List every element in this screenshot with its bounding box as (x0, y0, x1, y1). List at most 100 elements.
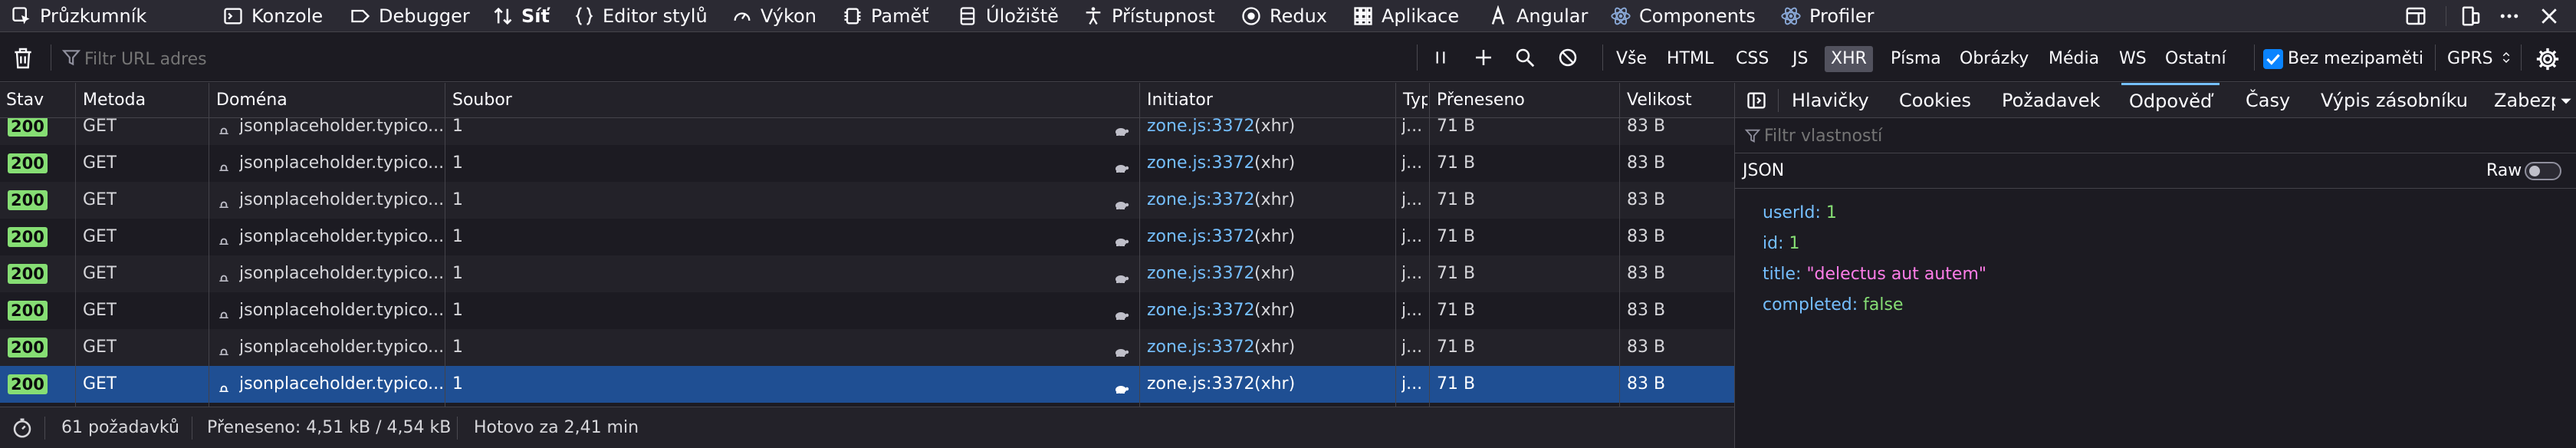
column-transferred[interactable]: Přeneseno (1431, 83, 1618, 118)
tab-label: Úložiště (986, 5, 1059, 27)
tab-memory[interactable]: Paměť (842, 0, 929, 32)
tab-angular[interactable]: Angular (1487, 0, 1588, 32)
filter-type-fonts[interactable]: Písma (1884, 46, 1947, 72)
initiator-link[interactable]: zone.js:3372 (1147, 255, 1254, 292)
domain-cell: jsonplaceholder.typico... (239, 264, 443, 283)
initiator-link[interactable]: zone.js:3372 (1147, 366, 1254, 403)
transferred-cell: 71 B (1437, 190, 1476, 209)
responsive-design-button[interactable] (2459, 0, 2482, 32)
type-cell: j... (1401, 301, 1423, 320)
tab-debugger[interactable]: Debugger (350, 0, 470, 32)
tab-inspector[interactable]: Průzkumník (11, 0, 146, 32)
tab-performance[interactable]: Výkon (731, 0, 816, 32)
column-size[interactable]: Velikost (1621, 83, 1733, 118)
toggle-sidebar-button[interactable] (1746, 90, 1767, 111)
redux-icon (1242, 7, 1260, 25)
network-settings-button[interactable] (2535, 46, 2561, 72)
lock-icon (216, 119, 232, 134)
close-devtools-button[interactable] (2538, 0, 2561, 32)
property-filter-input[interactable] (1764, 123, 2561, 149)
table-row[interactable]: 200 GET jsonplaceholder.typico... 1 zone.js:… (0, 255, 1734, 292)
filter-type-media[interactable]: Média (2042, 46, 2105, 72)
add-request-button[interactable] (1472, 46, 1497, 71)
throttle-turtle-icon (1112, 265, 1130, 283)
type-cell: j... (1401, 374, 1423, 394)
search-button[interactable] (1513, 46, 1538, 71)
json-property: userId: 1 (1763, 198, 1837, 229)
column-divider (1429, 83, 1430, 407)
lock-icon (216, 266, 232, 282)
initiator-link[interactable]: zone.js:3372 (1147, 219, 1254, 255)
filter-type-html[interactable]: HTML (1661, 46, 1720, 72)
table-row[interactable]: 200 GET jsonplaceholder.typico... 1 zone.js:… (0, 182, 1734, 219)
tab-stack-trace[interactable]: Výpis zásobníku (2321, 83, 2468, 117)
table-row[interactable]: 200 GET jsonplaceholder.typico... 1 zone.js:… (0, 292, 1734, 329)
throttle-turtle-icon (1112, 375, 1130, 394)
domain-cell: jsonplaceholder.typico... (239, 374, 443, 394)
tab-request[interactable]: Požadavek (2002, 83, 2100, 117)
tab-cookies[interactable]: Cookies (1899, 83, 1971, 117)
tab-label: Síť (521, 5, 550, 27)
tab-components[interactable]: Components (1610, 0, 1756, 32)
tab-security[interactable]: Zabezp (2494, 83, 2555, 117)
column-file[interactable]: Soubor (446, 83, 1139, 118)
table-row[interactable]: 200 GET jsonplaceholder.typico... 1 zone.js:… (0, 366, 1734, 403)
tab-profiler[interactable]: Profiler (1780, 0, 1875, 32)
filter-type-js[interactable]: JS (1786, 46, 1814, 72)
initiator-link[interactable]: zone.js:3372 (1147, 329, 1254, 366)
performance-analysis-button[interactable] (11, 417, 34, 440)
filter-type-xhr[interactable]: XHR (1825, 46, 1873, 72)
table-row[interactable]: 200 GET jsonplaceholder.typico... 1 zone.js:… (0, 329, 1734, 366)
filter-type-all[interactable]: Vše (1610, 46, 1653, 72)
tabs-overflow-button[interactable] (2558, 94, 2574, 109)
tab-headers[interactable]: Hlavičky (1792, 83, 1869, 117)
column-divider (1395, 83, 1396, 407)
tab-redux[interactable]: Redux (1240, 0, 1327, 32)
performance-icon (734, 12, 751, 21)
no-cache-checkbox[interactable] (2263, 49, 2283, 69)
more-horizontal-icon (2500, 14, 2518, 18)
column-initiator[interactable]: Initiator (1141, 83, 1395, 118)
lock-icon (216, 303, 232, 318)
table-row[interactable]: 200 GET jsonplaceholder.typico... 1 zone.js:… (0, 145, 1734, 182)
tab-storage[interactable]: Úložiště (957, 0, 1059, 32)
filter-icon (61, 48, 81, 68)
raw-toggle[interactable] (2525, 162, 2561, 180)
tab-accessibility[interactable]: Přístupnost (1083, 0, 1215, 32)
pause-recording-button[interactable] (1431, 46, 1451, 71)
clear-requests-button[interactable] (11, 46, 35, 72)
initiator-suffix: (xhr) (1254, 264, 1296, 283)
column-domain[interactable]: Doména (210, 83, 445, 118)
type-cell: j... (1401, 227, 1423, 246)
filter-type-other[interactable]: Ostatní (2159, 46, 2233, 72)
column-method[interactable]: Metoda (77, 83, 209, 118)
block-requests-button[interactable] (1556, 46, 1581, 71)
filter-type-css[interactable]: CSS (1730, 46, 1775, 72)
storage-icon (960, 7, 975, 25)
tab-application[interactable]: Aplikace (1352, 0, 1459, 32)
table-row[interactable]: 200 GET jsonplaceholder.typico... 1 zone.js:… (0, 219, 1734, 255)
tab-style-editor[interactable]: Editor stylů (573, 0, 708, 32)
initiator-link[interactable]: zone.js:3372 (1147, 292, 1254, 329)
filter-separator (2521, 44, 2522, 71)
tab-console[interactable]: Konzole (222, 0, 323, 32)
tab-response[interactable]: Odpověď (2121, 83, 2220, 117)
initiator-link[interactable]: zone.js:3372 (1147, 182, 1254, 219)
file-cell: 1 (452, 227, 463, 246)
react-icon (1611, 7, 1631, 25)
domain-cell: jsonplaceholder.typico... (239, 190, 443, 209)
more-options-button[interactable] (2498, 0, 2521, 32)
network-status-bar: 61 požadavků Přeneseno: 4,51 kB / 4,54 k… (0, 407, 1734, 448)
tab-timings[interactable]: Časy (2246, 83, 2290, 117)
column-type[interactable]: Typ (1397, 83, 1428, 118)
filter-type-ws[interactable]: WS (2113, 46, 2153, 72)
url-filter-input[interactable] (84, 44, 1403, 74)
dock-side-button[interactable] (2404, 0, 2427, 32)
filter-type-images[interactable]: Obrázky (1953, 46, 2035, 72)
initiator-link[interactable]: zone.js:3372 (1147, 145, 1254, 182)
json-property: completed: false (1763, 290, 1903, 321)
throttling-select[interactable]: GPRS (2447, 46, 2513, 72)
tab-network[interactable]: Síť (492, 0, 550, 32)
column-status[interactable]: Stav (0, 83, 74, 118)
tab-label: Editor stylů (603, 5, 708, 27)
